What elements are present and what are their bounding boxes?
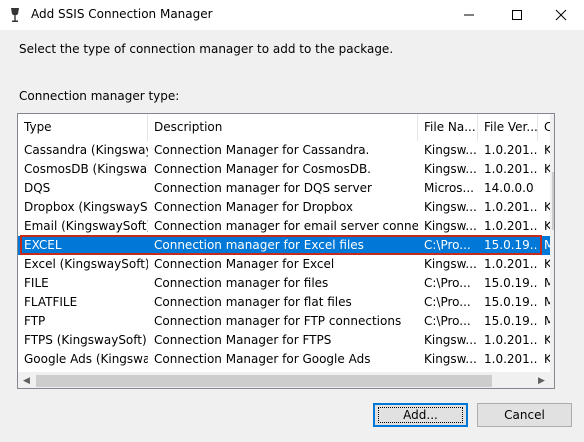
cell-type: EXCEL (24, 238, 62, 252)
column-header-file-version[interactable]: File Ver... (478, 114, 538, 141)
title-bar: Add SSIS Connection Manager (0, 0, 584, 31)
cell-description: Connection Manager for CosmosDB. (154, 162, 371, 176)
minimize-button[interactable] (446, 0, 492, 30)
cell-file-version: 1.0.201... (484, 143, 538, 157)
cell-file-version: 1.0.201... (484, 352, 538, 366)
focus-rectangle (378, 407, 463, 423)
horizontal-scroll-thumb[interactable] (36, 375, 492, 387)
table-row[interactable]: FTP Connection manager for FTP connection… (18, 312, 554, 331)
list-header: Type Description File Na... File Ver... … (18, 114, 554, 141)
cell-file-name: Kingsw... (424, 352, 477, 366)
vertical-scroll-thumb[interactable] (552, 172, 554, 230)
cell-file-version: 1.0.201... (484, 257, 538, 271)
cell-file-version: 15.0.19... (484, 276, 538, 290)
cell-description: Connection Manager for Google Ads (154, 352, 371, 366)
maximize-icon (512, 10, 522, 20)
scroll-right-icon[interactable]: ▶ (533, 372, 550, 388)
cell-description: Connection Manager for FTPS (154, 333, 332, 347)
table-row[interactable]: DQS Connection manager for DQS server Micr… (18, 179, 554, 198)
cell-file-version: 15.0.19... (484, 314, 538, 328)
cell-file-version: 1.0.201... (484, 200, 538, 214)
cancel-button[interactable]: Cancel (477, 403, 572, 427)
maximize-button[interactable] (494, 0, 540, 30)
table-row[interactable]: Dropbox (KingswaySo... Connection Manager… (18, 198, 554, 217)
table-row[interactable]: FTPS (KingswaySoft) Connection Manager fo… (18, 331, 554, 350)
close-button[interactable] (538, 0, 584, 30)
cell-file-version: 1.0.201... (484, 219, 538, 233)
cell-file-name: Kingsw... (424, 162, 477, 176)
scroll-left-icon[interactable]: ◀ (18, 372, 35, 388)
cell-type: Email (KingswaySoft) (24, 219, 148, 233)
cell-description: Connection Manager for Cassandra. (154, 143, 370, 157)
table-row[interactable]: FLATFILE Connection manager for flat file… (18, 293, 554, 312)
cell-description: Connection manager for flat files (154, 295, 352, 309)
cell-file-name: C:\Pro... (424, 276, 471, 290)
cell-type: FILE (24, 276, 49, 290)
cell-description: Connection Manager for Dropbox (154, 200, 354, 214)
table-row[interactable]: Google Ads (Kingswa... Connection Manager… (18, 350, 554, 369)
cell-description: Connection manager for DQS server (154, 181, 372, 195)
cell-file-name: Kingsw... (424, 200, 477, 214)
cell-file-name: C:\Pro... (424, 314, 471, 328)
cell-file-name: Kingsw... (424, 143, 477, 157)
cell-type: FTPS (KingswaySoft) (24, 333, 147, 347)
cell-type: Dropbox (KingswaySo... (24, 200, 148, 214)
cell-type: Excel (KingswaySoft) (24, 257, 148, 271)
connection-type-list[interactable]: Type Description File Na... File Ver... … (17, 113, 555, 389)
column-header-description[interactable]: Description (148, 114, 418, 141)
cell-file-name: Kingsw... (424, 257, 477, 271)
window-title: Add SSIS Connection Manager (31, 7, 213, 21)
cell-type: DQS (24, 181, 51, 195)
column-header-file-name[interactable]: File Na... (418, 114, 478, 141)
cell-type: FTP (24, 314, 46, 328)
cell-file-version: 1.0.201... (484, 162, 538, 176)
minimize-icon (464, 14, 474, 16)
cell-type: Google Ads (Kingswa... (24, 352, 148, 366)
cell-file-version: 14.0.0.0 (484, 181, 534, 195)
cell-file-version: 15.0.19... (484, 295, 538, 309)
cell-file-name: Micros... (424, 181, 474, 195)
cell-type: Cassandra (Kingsway... (24, 143, 148, 157)
cell-file-name: Kingsw... (424, 333, 477, 347)
scrollbar-corner (550, 372, 554, 388)
cell-description: Connection manager for Excel files (154, 238, 364, 252)
table-row[interactable]: Email (KingswaySoft) Connection manager f… (18, 217, 554, 236)
cell-file-version: 15.0.19... (484, 238, 538, 252)
table-row[interactable]: Cassandra (Kingsway... Connection Manager… (18, 141, 554, 160)
cell-file-version: 1.0.201... (484, 333, 538, 347)
cell-file-name: C:\Pro... (424, 238, 471, 252)
vertical-scrollbar[interactable]: ▲ ▼ (550, 114, 554, 372)
column-header-type[interactable]: Type (18, 114, 148, 141)
cell-description: Connection manager for FTP connections (154, 314, 402, 328)
scroll-down-icon[interactable]: ▼ (550, 355, 554, 372)
cell-description: Connection manager for email server conn… (154, 219, 418, 233)
table-row-selected[interactable]: EXCEL Connection manager for Excel files C… (18, 236, 554, 255)
table-row[interactable]: FILE Connection manager for files C:\Pro..… (18, 274, 554, 293)
cell-description: Connection Manager for Excel (154, 257, 335, 271)
close-icon (555, 9, 567, 21)
cell-type: CosmosDB (Kingswa... (24, 162, 148, 176)
scroll-up-icon[interactable]: ▲ (550, 114, 554, 131)
cancel-button-label: Cancel (504, 408, 545, 422)
instruction-text: Select the type of connection manager to… (19, 42, 394, 56)
list-label: Connection manager type: (19, 89, 180, 103)
add-button[interactable]: Add... (373, 403, 468, 427)
table-row[interactable]: CosmosDB (Kingswa... Connection Manager f… (18, 160, 554, 179)
table-row[interactable]: Excel (KingswaySoft) Connection Manager f… (18, 255, 554, 274)
cell-file-name: Kingsw... (424, 219, 477, 233)
cell-file-name: C:\Pro... (424, 295, 471, 309)
horizontal-scrollbar[interactable]: ◀ ▶ (18, 372, 550, 388)
wine-glass-icon (11, 8, 19, 22)
cell-description: Connection manager for files (154, 276, 329, 290)
cell-type: FLATFILE (24, 295, 78, 309)
